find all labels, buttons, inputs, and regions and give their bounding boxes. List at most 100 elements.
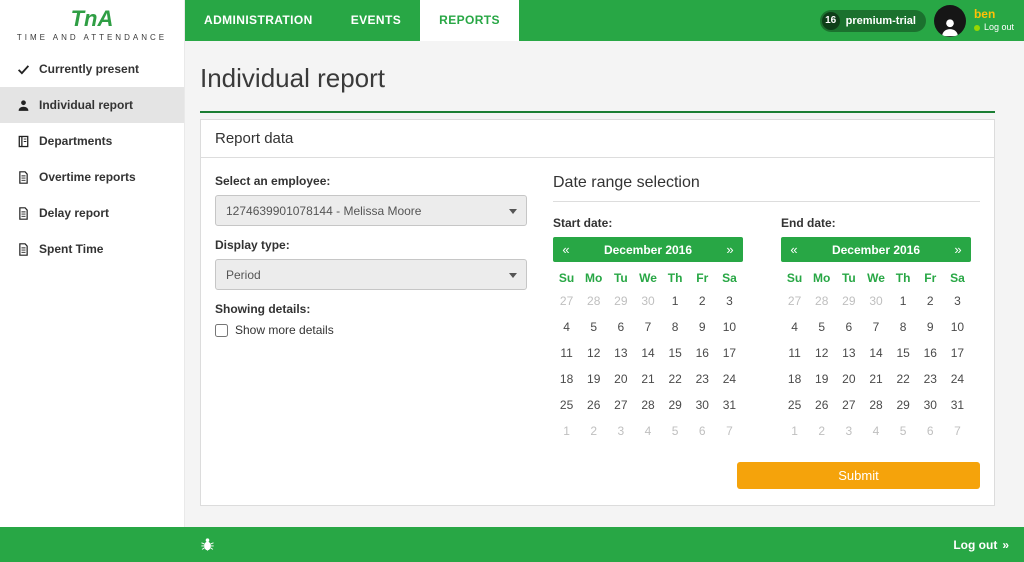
calendar-day[interactable]: 7: [634, 314, 661, 340]
calendar-day[interactable]: 15: [890, 340, 917, 366]
calendar-day[interactable]: 5: [808, 314, 835, 340]
calendar-day[interactable]: 6: [835, 314, 862, 340]
calendar-day[interactable]: 29: [662, 392, 689, 418]
calendar-day[interactable]: 31: [716, 392, 743, 418]
calendar-day[interactable]: 3: [944, 288, 971, 314]
calendar-day[interactable]: 5: [662, 418, 689, 444]
plan-badge[interactable]: 16 premium-trial: [819, 9, 926, 32]
calendar-day[interactable]: 27: [553, 288, 580, 314]
next-month-button[interactable]: »: [945, 242, 971, 257]
calendar-day[interactable]: 9: [689, 314, 716, 340]
calendar-day[interactable]: 22: [890, 366, 917, 392]
sidebar-item-departments[interactable]: Departments: [0, 123, 184, 159]
calendar-day[interactable]: 18: [781, 366, 808, 392]
calendar-day[interactable]: 29: [607, 288, 634, 314]
calendar-day[interactable]: 25: [781, 392, 808, 418]
calendar-day[interactable]: 24: [716, 366, 743, 392]
calendar-day[interactable]: 15: [662, 340, 689, 366]
calendar-day[interactable]: 2: [689, 288, 716, 314]
bug-icon[interactable]: [200, 537, 215, 552]
sidebar-item-overtime-reports[interactable]: Overtime reports: [0, 159, 184, 195]
calendar-day[interactable]: 17: [944, 340, 971, 366]
calendar-day[interactable]: 10: [716, 314, 743, 340]
calendar-day[interactable]: 3: [607, 418, 634, 444]
calendar-day[interactable]: 28: [580, 288, 607, 314]
calendar-day[interactable]: 20: [607, 366, 634, 392]
calendar-day[interactable]: 12: [808, 340, 835, 366]
calendar-day[interactable]: 6: [917, 418, 944, 444]
calendar-day[interactable]: 2: [808, 418, 835, 444]
calendar-day[interactable]: 2: [917, 288, 944, 314]
calendar-day[interactable]: 2: [580, 418, 607, 444]
calendar-day[interactable]: 30: [689, 392, 716, 418]
calendar-day[interactable]: 23: [689, 366, 716, 392]
calendar-day[interactable]: 7: [862, 314, 889, 340]
employee-select[interactable]: 1274639901078144 - Melissa Moore: [215, 195, 527, 226]
calendar-day[interactable]: 1: [553, 418, 580, 444]
calendar-day[interactable]: 4: [634, 418, 661, 444]
calendar-day[interactable]: 24: [944, 366, 971, 392]
calendar-day[interactable]: 27: [835, 392, 862, 418]
calendar-day[interactable]: 4: [553, 314, 580, 340]
calendar-day[interactable]: 30: [917, 392, 944, 418]
calendar-day[interactable]: 19: [808, 366, 835, 392]
footer-logout-link[interactable]: Log out »: [953, 538, 1009, 552]
calendar-day[interactable]: 13: [607, 340, 634, 366]
calendar-day[interactable]: 11: [553, 340, 580, 366]
avatar[interactable]: [933, 4, 966, 37]
sidebar-item-spent-time[interactable]: Spent Time: [0, 231, 184, 267]
prev-month-button[interactable]: «: [781, 242, 807, 257]
calendar-day[interactable]: 30: [862, 288, 889, 314]
show-more-details-checkbox[interactable]: [215, 323, 228, 337]
calendar-day[interactable]: 26: [580, 392, 607, 418]
calendar-day[interactable]: 28: [862, 392, 889, 418]
tab-reports[interactable]: REPORTS: [420, 0, 519, 41]
calendar-day[interactable]: 11: [781, 340, 808, 366]
calendar-day[interactable]: 12: [580, 340, 607, 366]
sidebar-item-currently-present[interactable]: Currently present: [0, 51, 184, 87]
calendar-day[interactable]: 16: [689, 340, 716, 366]
calendar-day[interactable]: 28: [808, 288, 835, 314]
calendar-day[interactable]: 23: [917, 366, 944, 392]
calendar-day[interactable]: 14: [634, 340, 661, 366]
calendar-day[interactable]: 26: [808, 392, 835, 418]
next-month-button[interactable]: »: [717, 242, 743, 257]
tab-administration[interactable]: ADMINISTRATION: [185, 0, 332, 41]
prev-month-button[interactable]: «: [553, 242, 579, 257]
calendar-day[interactable]: 27: [781, 288, 808, 314]
calendar-day[interactable]: 29: [835, 288, 862, 314]
calendar-day[interactable]: 5: [890, 418, 917, 444]
display-type-select[interactable]: Period: [215, 259, 527, 290]
calendar-day[interactable]: 5: [580, 314, 607, 340]
calendar-day[interactable]: 1: [890, 288, 917, 314]
tab-events[interactable]: EVENTS: [332, 0, 420, 41]
sidebar-item-delay-report[interactable]: Delay report: [0, 195, 184, 231]
calendar-day[interactable]: 16: [917, 340, 944, 366]
calendar-day[interactable]: 27: [607, 392, 634, 418]
calendar-day[interactable]: 20: [835, 366, 862, 392]
show-more-details-row[interactable]: Show more details: [215, 323, 527, 337]
calendar-day[interactable]: 21: [862, 366, 889, 392]
calendar-day[interactable]: 8: [662, 314, 689, 340]
calendar-day[interactable]: 7: [944, 418, 971, 444]
calendar-day[interactable]: 3: [835, 418, 862, 444]
calendar-day[interactable]: 30: [634, 288, 661, 314]
calendar-day[interactable]: 28: [634, 392, 661, 418]
calendar-day[interactable]: 7: [716, 418, 743, 444]
calendar-day[interactable]: 21: [634, 366, 661, 392]
calendar-day[interactable]: 17: [716, 340, 743, 366]
logout-link[interactable]: Log out: [973, 22, 1014, 33]
calendar-day[interactable]: 13: [835, 340, 862, 366]
calendar-day[interactable]: 29: [890, 392, 917, 418]
calendar-day[interactable]: 25: [553, 392, 580, 418]
calendar-day[interactable]: 22: [662, 366, 689, 392]
calendar-day[interactable]: 3: [716, 288, 743, 314]
sidebar-item-individual-report[interactable]: Individual report: [0, 87, 184, 124]
calendar-day[interactable]: 19: [580, 366, 607, 392]
calendar-day[interactable]: 14: [862, 340, 889, 366]
calendar-day[interactable]: 1: [781, 418, 808, 444]
calendar-day[interactable]: 4: [862, 418, 889, 444]
calendar-day[interactable]: 10: [944, 314, 971, 340]
calendar-day[interactable]: 31: [944, 392, 971, 418]
calendar-day[interactable]: 18: [553, 366, 580, 392]
